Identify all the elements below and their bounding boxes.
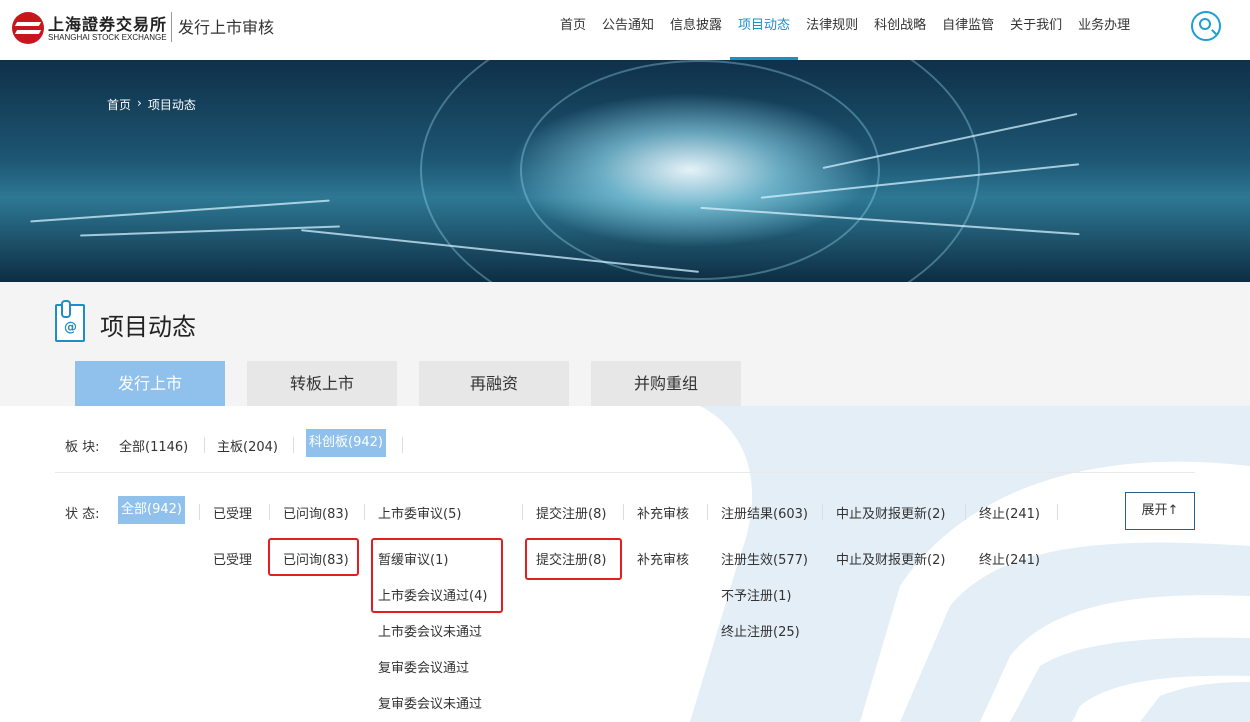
document-icon bbox=[55, 300, 85, 342]
divider bbox=[965, 504, 966, 520]
logo-cn-text: 上海證券交易所 bbox=[48, 15, 168, 34]
highlight-box-submit-registration bbox=[525, 538, 622, 580]
divider bbox=[707, 504, 708, 520]
status-terminated[interactable]: 终止(241) bbox=[979, 503, 1040, 522]
board-option-main[interactable]: 主板(204) bbox=[217, 436, 278, 455]
nav-project-dynamics[interactable]: 项目动态 bbox=[730, 0, 799, 60]
sub-status-accepted[interactable]: 已受理 bbox=[213, 549, 252, 568]
sse-logo-icon bbox=[12, 12, 44, 44]
nav-about[interactable]: 关于我们 bbox=[1002, 0, 1070, 60]
nav-strategy[interactable]: 科创战略 bbox=[866, 0, 934, 60]
search-icon bbox=[1199, 18, 1211, 30]
main-nav: 首页 公告通知 信息披露 项目动态 法律规则 科创战略 自律监管 关于我们 业务… bbox=[552, 0, 1138, 60]
sub-status-reexam-failed[interactable]: 复审委会议未通过 bbox=[378, 693, 482, 712]
banner-light-streak bbox=[30, 199, 330, 223]
sub-status-registration-effective[interactable]: 注册生效(577) bbox=[721, 549, 808, 568]
breadcrumb-home[interactable]: 首页 bbox=[107, 96, 131, 113]
divider bbox=[293, 437, 294, 453]
divider bbox=[623, 504, 624, 520]
tab-board-transfer[interactable]: 转板上市 bbox=[247, 361, 397, 406]
tab-refinancing[interactable]: 再融资 bbox=[419, 361, 569, 406]
sse-logo[interactable]: 上海證券交易所 SHANGHAI STOCK EXCHANGE bbox=[12, 10, 172, 46]
nav-home[interactable]: 首页 bbox=[552, 0, 594, 60]
tab-mergers[interactable]: 并购重组 bbox=[591, 361, 741, 406]
row-divider bbox=[55, 472, 1195, 473]
site-title: 发行上市审核 bbox=[178, 18, 275, 37]
sub-status-registration-denied[interactable]: 不予注册(1) bbox=[721, 585, 791, 604]
nav-services[interactable]: 业务办理 bbox=[1070, 0, 1138, 60]
nav-supervision[interactable]: 自律监管 bbox=[934, 0, 1002, 60]
sub-status-committee-failed[interactable]: 上市委会议未通过 bbox=[378, 621, 482, 640]
board-option-all[interactable]: 全部(1146) bbox=[119, 436, 188, 455]
status-label: 状 态: bbox=[65, 507, 100, 522]
highlight-box-inquired bbox=[268, 538, 359, 576]
sub-status-supplementary-review[interactable]: 补充审核 bbox=[637, 549, 689, 568]
divider bbox=[269, 504, 270, 520]
status-submit-registration[interactable]: 提交注册(8) bbox=[536, 503, 606, 522]
divider bbox=[1057, 504, 1058, 520]
breadcrumb-current: 项目动态 bbox=[147, 98, 196, 112]
breadcrumb: 首页 › 项目动态 bbox=[107, 96, 196, 113]
status-inquired[interactable]: 已问询(83) bbox=[283, 503, 349, 522]
site-header: 上海證券交易所 SHANGHAI STOCK EXCHANGE 发行上市审核 首… bbox=[0, 0, 1250, 60]
sub-status-reexam-passed[interactable]: 复审委会议通过 bbox=[378, 657, 469, 676]
hero-banner: 首页 › 项目动态 bbox=[0, 60, 1250, 282]
divider bbox=[402, 437, 403, 453]
logo-en-text: SHANGHAI STOCK EXCHANGE bbox=[48, 33, 167, 42]
divider bbox=[522, 504, 523, 520]
sub-status-registration-terminated[interactable]: 终止注册(25) bbox=[721, 621, 800, 640]
board-option-star[interactable]: 科创板(942) bbox=[306, 429, 386, 457]
status-suspended[interactable]: 中止及财报更新(2) bbox=[836, 503, 945, 522]
expand-button[interactable]: 展开↑ bbox=[1125, 492, 1195, 530]
board-label: 板 块: bbox=[65, 440, 100, 455]
divider bbox=[364, 504, 365, 520]
status-supplementary-review[interactable]: 补充审核 bbox=[637, 503, 689, 522]
status-committee-review[interactable]: 上市委审议(5) bbox=[378, 503, 461, 522]
chevron-right-icon: › bbox=[137, 96, 142, 110]
divider bbox=[199, 504, 200, 520]
banner-tunnel-ring bbox=[520, 60, 880, 280]
highlight-box-committee bbox=[371, 538, 503, 613]
nav-announcements[interactable]: 公告通知 bbox=[594, 0, 662, 60]
logo-divider bbox=[171, 12, 172, 42]
nav-disclosure[interactable]: 信息披露 bbox=[662, 0, 730, 60]
divider bbox=[822, 504, 823, 520]
sub-status-terminated[interactable]: 终止(241) bbox=[979, 549, 1040, 568]
status-accepted[interactable]: 已受理 bbox=[213, 503, 252, 522]
sub-status-suspended[interactable]: 中止及财报更新(2) bbox=[836, 549, 945, 568]
nav-rules[interactable]: 法律规则 bbox=[798, 0, 866, 60]
status-all[interactable]: 全部(942) bbox=[118, 496, 185, 524]
status-registration-result[interactable]: 注册结果(603) bbox=[721, 503, 808, 522]
divider bbox=[204, 437, 205, 453]
page-title: 项目动态 bbox=[100, 313, 196, 341]
search-button[interactable] bbox=[1191, 11, 1221, 41]
tab-ipo[interactable]: 发行上市 bbox=[75, 361, 225, 406]
